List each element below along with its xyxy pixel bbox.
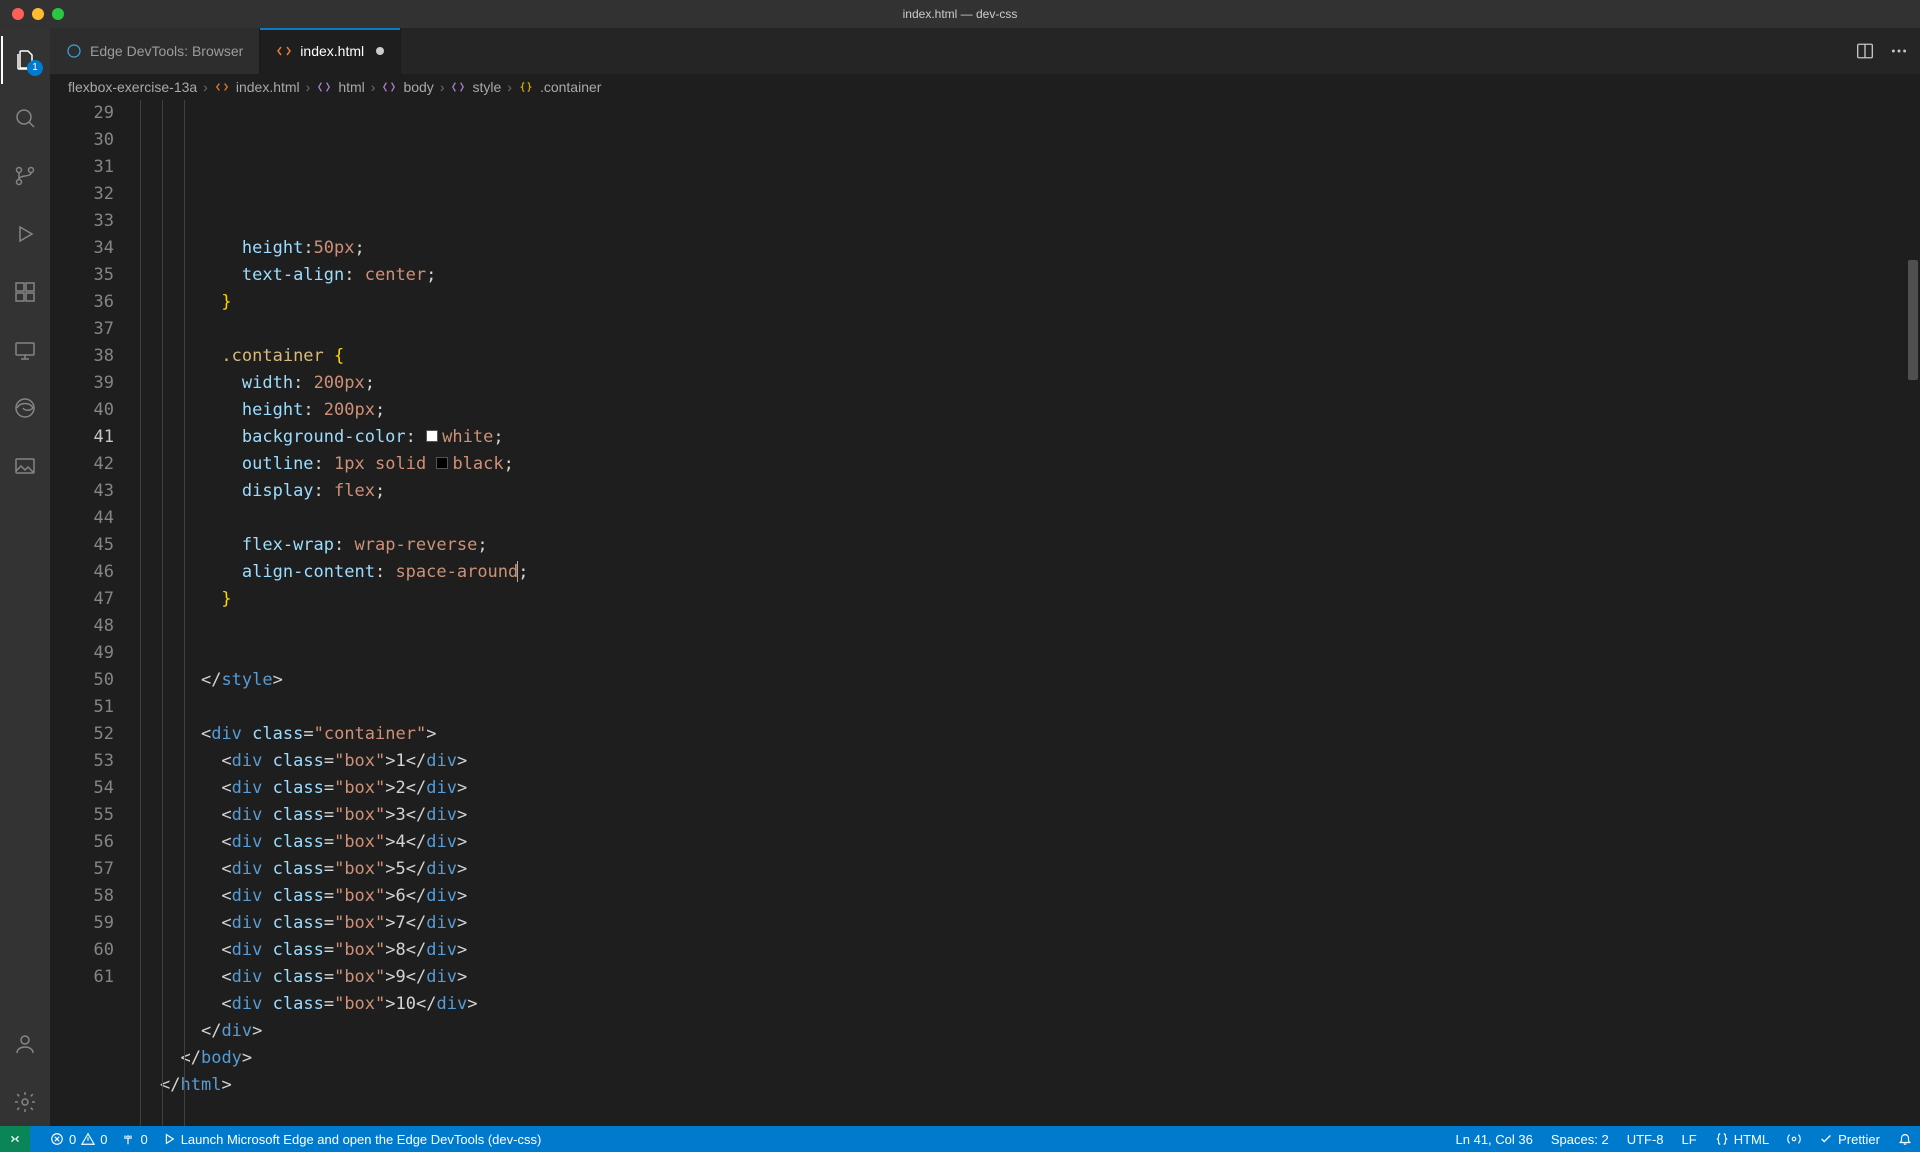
tab-index-html[interactable]: index.html xyxy=(260,28,401,74)
activity-run-debug[interactable] xyxy=(1,210,49,258)
status-go-live[interactable] xyxy=(1787,1132,1801,1146)
tab-edge-devtools[interactable]: Edge DevTools: Browser xyxy=(50,28,260,74)
symbol-icon xyxy=(518,79,534,95)
edge-icon xyxy=(13,396,37,420)
activity-explorer[interactable]: 1 xyxy=(1,36,49,84)
antenna-icon xyxy=(121,1132,135,1146)
close-window-icon[interactable] xyxy=(12,8,24,20)
remote-indicator[interactable] xyxy=(0,1126,30,1152)
breadcrumb-file[interactable]: index.html xyxy=(236,79,300,95)
search-icon xyxy=(13,106,37,130)
broadcast-icon xyxy=(1787,1132,1801,1146)
chevron-right-icon: › xyxy=(371,79,376,95)
play-bug-icon xyxy=(13,222,37,246)
breadcrumbs[interactable]: flexbox-exercise-13a › index.html › html… xyxy=(50,74,1920,100)
account-icon xyxy=(13,1032,37,1056)
scrollbar[interactable] xyxy=(1904,100,1918,1080)
status-encoding[interactable]: UTF-8 xyxy=(1627,1132,1664,1147)
braces-icon xyxy=(1715,1132,1729,1146)
bell-icon xyxy=(1898,1132,1912,1146)
breadcrumb-body[interactable]: body xyxy=(403,79,433,95)
chevron-right-icon: › xyxy=(440,79,445,95)
split-icon xyxy=(1856,42,1874,60)
status-language[interactable]: HTML xyxy=(1715,1132,1769,1147)
remote-explorer-icon xyxy=(13,338,37,362)
extensions-icon xyxy=(13,280,37,304)
breadcrumb-container[interactable]: .container xyxy=(540,79,601,95)
warning-count: 0 xyxy=(100,1132,107,1147)
remote-icon xyxy=(8,1132,22,1146)
titlebar: index.html — dev-css xyxy=(0,0,1920,28)
warning-icon xyxy=(81,1132,95,1146)
activity-remote[interactable] xyxy=(1,326,49,374)
launch-label: Launch Microsoft Edge and open the Edge … xyxy=(181,1132,542,1147)
activity-unknown[interactable] xyxy=(1,442,49,490)
modified-indicator-icon xyxy=(376,47,384,55)
maximize-window-icon[interactable] xyxy=(52,8,64,20)
chevron-right-icon: › xyxy=(306,79,311,95)
activity-extensions[interactable] xyxy=(1,268,49,316)
tab-label: Edge DevTools: Browser xyxy=(90,43,243,59)
language-label: HTML xyxy=(1734,1132,1769,1147)
edge-tab-icon xyxy=(66,43,82,59)
activity-settings[interactable] xyxy=(1,1078,49,1126)
error-icon xyxy=(50,1132,64,1146)
error-count: 0 xyxy=(69,1132,76,1147)
status-indentation[interactable]: Spaces: 2 xyxy=(1551,1132,1609,1147)
status-launch-edge[interactable]: Launch Microsoft Edge and open the Edge … xyxy=(162,1132,542,1147)
activity-edge-devtools[interactable] xyxy=(1,384,49,432)
line-numbers: 2930313233343536373839404142434445464748… xyxy=(50,100,140,1126)
check-icon xyxy=(1819,1132,1833,1146)
code-content[interactable]: height:50px; text-align: center; } .cont… xyxy=(140,100,1920,1126)
activity-source-control[interactable] xyxy=(1,152,49,200)
editor-tabs: Edge DevTools: Browser index.html xyxy=(50,28,1920,74)
scrollbar-thumb[interactable] xyxy=(1908,260,1918,380)
prettier-label: Prettier xyxy=(1838,1132,1880,1147)
split-editor-button[interactable] xyxy=(1854,40,1876,62)
html-file-icon xyxy=(276,43,292,59)
editor-area: Edge DevTools: Browser index.html flexb xyxy=(50,28,1920,1126)
activity-bar: 1 xyxy=(0,28,50,1126)
breadcrumb-html[interactable]: html xyxy=(338,79,364,95)
ports-count: 0 xyxy=(140,1132,147,1147)
symbol-icon xyxy=(381,79,397,95)
activity-accounts[interactable] xyxy=(1,1020,49,1068)
status-notifications[interactable] xyxy=(1898,1132,1912,1146)
explorer-badge: 1 xyxy=(27,60,43,76)
symbol-icon xyxy=(316,79,332,95)
symbol-icon xyxy=(450,79,466,95)
tab-label: index.html xyxy=(300,43,364,59)
debug-icon xyxy=(162,1132,176,1146)
status-eol[interactable]: LF xyxy=(1682,1132,1697,1147)
breadcrumb-folder[interactable]: flexbox-exercise-13a xyxy=(68,79,197,95)
window-title: index.html — dev-css xyxy=(0,7,1920,21)
chevron-right-icon: › xyxy=(203,79,208,95)
chevron-right-icon: › xyxy=(507,79,512,95)
status-problems[interactable]: 0 0 xyxy=(50,1132,107,1147)
status-prettier[interactable]: Prettier xyxy=(1819,1132,1880,1147)
breadcrumb-style[interactable]: style xyxy=(472,79,501,95)
status-bar: 0 0 0 Launch Microsoft Edge and open the… xyxy=(0,1126,1920,1152)
minimize-window-icon[interactable] xyxy=(32,8,44,20)
branch-icon xyxy=(13,164,37,188)
activity-search[interactable] xyxy=(1,94,49,142)
gear-icon xyxy=(13,1090,37,1114)
status-cursor-position[interactable]: Ln 41, Col 36 xyxy=(1456,1132,1533,1147)
window-controls xyxy=(0,8,64,20)
status-ports[interactable]: 0 xyxy=(121,1132,147,1147)
image-icon xyxy=(13,454,37,478)
html-file-icon xyxy=(214,79,230,95)
code-editor[interactable]: 2930313233343536373839404142434445464748… xyxy=(50,100,1920,1126)
